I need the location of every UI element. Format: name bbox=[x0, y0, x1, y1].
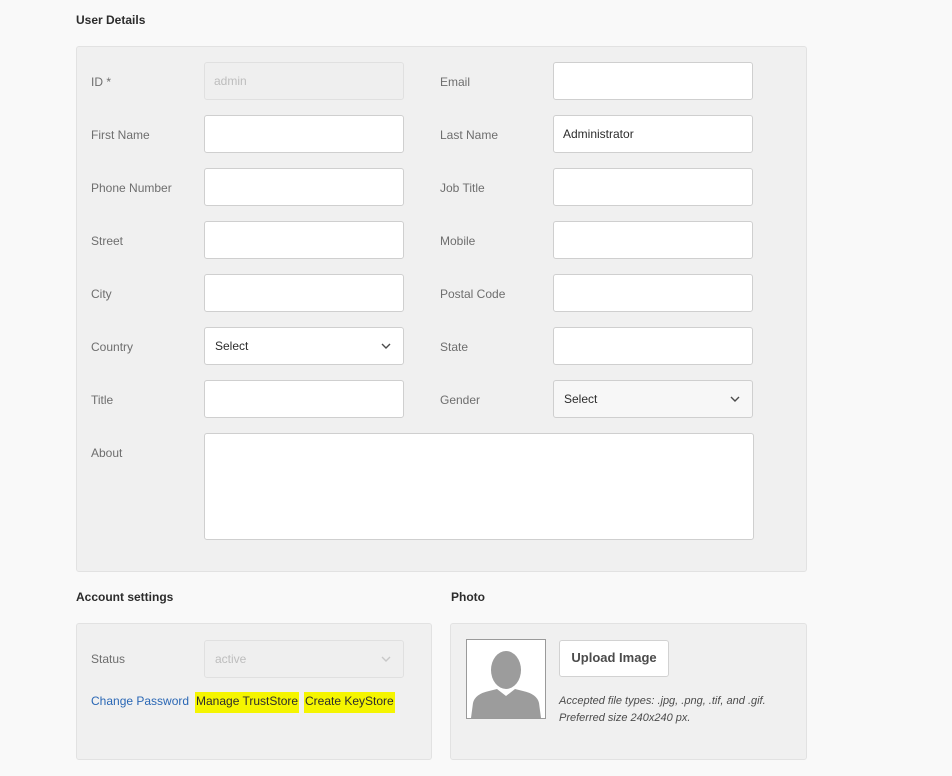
last-name-label: Last Name bbox=[440, 128, 499, 142]
mobile-label: Mobile bbox=[440, 234, 476, 248]
change-password-link[interactable]: Change Password bbox=[91, 693, 189, 709]
chevron-down-icon bbox=[381, 343, 391, 349]
preferred-size-hint: Preferred size 240x240 px. bbox=[559, 712, 691, 724]
gender-select-value: Select bbox=[564, 392, 598, 406]
email-label: Email bbox=[440, 75, 471, 89]
create-keystore-link[interactable]: Create KeyStore bbox=[304, 692, 395, 713]
postal-code-label: Postal Code bbox=[440, 287, 506, 301]
chevron-down-icon bbox=[730, 396, 740, 402]
status-select-value: active bbox=[215, 652, 247, 666]
email-field[interactable] bbox=[553, 62, 753, 100]
country-label: Country bbox=[91, 340, 134, 354]
city-label: City bbox=[91, 287, 112, 301]
country-select[interactable]: Select bbox=[204, 327, 404, 365]
about-textarea[interactable] bbox=[204, 433, 754, 540]
city-field[interactable] bbox=[204, 274, 404, 312]
job-title-field[interactable] bbox=[553, 168, 753, 206]
last-name-field[interactable]: Administrator bbox=[553, 115, 753, 153]
postal-code-field[interactable] bbox=[553, 274, 753, 312]
first-name-field[interactable] bbox=[204, 115, 404, 153]
title-field[interactable] bbox=[204, 380, 404, 418]
id-field: admin bbox=[204, 62, 404, 100]
phone-number-label: Phone Number bbox=[91, 181, 172, 195]
state-label: State bbox=[440, 340, 469, 354]
avatar bbox=[466, 639, 546, 719]
account-settings-heading: Account settings bbox=[76, 590, 174, 604]
photo-heading: Photo bbox=[451, 590, 485, 604]
street-field[interactable] bbox=[204, 221, 404, 259]
first-name-label: First Name bbox=[91, 128, 150, 142]
state-field[interactable] bbox=[553, 327, 753, 365]
street-label: Street bbox=[91, 234, 124, 248]
file-types-hint: Accepted file types: .jpg, .png, .tif, a… bbox=[559, 695, 766, 707]
upload-image-button[interactable]: Upload Image bbox=[559, 640, 669, 677]
status-label: Status bbox=[91, 652, 126, 666]
id-label: ID * bbox=[91, 75, 112, 89]
mobile-field[interactable] bbox=[553, 221, 753, 259]
manage-truststore-link[interactable]: Manage TrustStore bbox=[195, 692, 300, 713]
job-title-label: Job Title bbox=[440, 181, 485, 195]
phone-number-field[interactable] bbox=[204, 168, 404, 206]
chevron-down-icon bbox=[381, 656, 391, 662]
about-label: About bbox=[91, 446, 123, 460]
status-select: active bbox=[204, 640, 404, 678]
title-label: Title bbox=[91, 393, 114, 407]
country-select-value: Select bbox=[215, 339, 249, 353]
gender-label: Gender bbox=[440, 393, 481, 407]
user-silhouette-icon bbox=[467, 640, 545, 718]
user-details-heading: User Details bbox=[76, 13, 146, 27]
gender-select[interactable]: Select bbox=[553, 380, 753, 418]
